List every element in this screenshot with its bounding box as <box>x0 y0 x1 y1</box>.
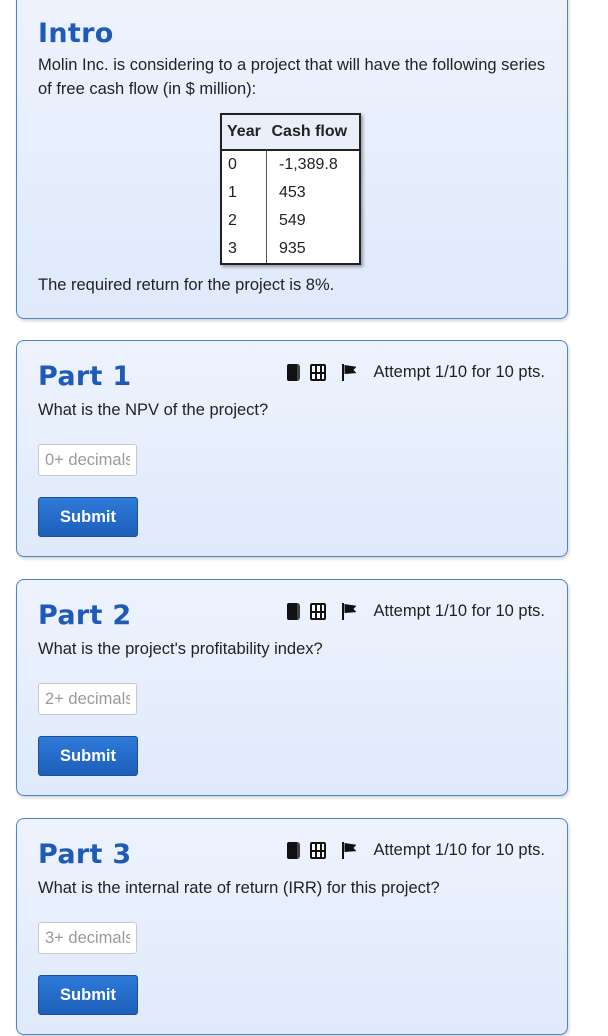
table-row: 0 -1,389.8 <box>221 150 360 179</box>
answer-input[interactable] <box>38 922 137 954</box>
film-icon[interactable] <box>310 842 327 859</box>
table-row: 2 549 <box>221 207 360 235</box>
book-icon[interactable] <box>287 842 301 859</box>
submit-button[interactable]: Submit <box>38 497 138 537</box>
submit-button[interactable]: Submit <box>38 736 138 776</box>
attempt-text: Attempt 1/10 for 10 pts. <box>373 363 545 381</box>
part-title: Part 1 <box>38 361 132 392</box>
part-title: Part 2 <box>38 600 132 631</box>
part-3-card: Part 3 Attempt 1/10 for 10 pts. What is … <box>16 818 568 1035</box>
cash-flow-cell: 549 <box>279 212 306 229</box>
year-cell: 3 <box>221 235 267 264</box>
answer-input[interactable] <box>38 444 137 476</box>
part-meta: Attempt 1/10 for 10 pts. <box>287 841 545 860</box>
part-meta: Attempt 1/10 for 10 pts. <box>287 602 545 621</box>
flag-icon[interactable] <box>342 842 357 859</box>
cash-flow-cell: 453 <box>279 184 306 201</box>
question-text: What is the NPV of the project? <box>38 401 269 419</box>
year-cell: 2 <box>221 207 267 235</box>
flag-icon[interactable] <box>342 364 357 381</box>
submit-button[interactable]: Submit <box>38 975 138 1015</box>
table-header-row: Year Cash flow <box>221 114 360 151</box>
film-icon[interactable] <box>310 603 327 620</box>
part-2-card: Part 2 Attempt 1/10 for 10 pts. What is … <box>16 579 568 796</box>
part-title: Part 3 <box>38 839 132 870</box>
year-cell: 0 <box>221 150 267 179</box>
cash-flow-table: Year Cash flow 0 -1,389.8 1 453 2 549 3 … <box>220 113 361 265</box>
required-return-text: The required return for the project is 8… <box>38 276 335 294</box>
answer-input[interactable] <box>38 683 137 715</box>
intro-description: Molin Inc. is considering to a project t… <box>38 56 546 98</box>
year-cell: 1 <box>221 179 267 207</box>
attempt-text: Attempt 1/10 for 10 pts. <box>373 841 545 859</box>
table-row: 1 453 <box>221 179 360 207</box>
column-header-year: Year <box>221 114 267 151</box>
cash-flow-cell: 935 <box>279 240 306 257</box>
part-meta: Attempt 1/10 for 10 pts. <box>287 363 545 382</box>
attempt-text: Attempt 1/10 for 10 pts. <box>373 602 545 620</box>
film-icon[interactable] <box>310 364 327 381</box>
question-text: What is the internal rate of return (IRR… <box>38 879 440 897</box>
part-1-card: Part 1 Attempt 1/10 for 10 pts. What is … <box>16 340 568 557</box>
book-icon[interactable] <box>287 364 301 381</box>
intro-title: Intro <box>38 18 114 49</box>
table-row: 3 935 <box>221 235 360 264</box>
flag-icon[interactable] <box>342 603 357 620</box>
book-icon[interactable] <box>287 603 301 620</box>
intro-card: Intro Molin Inc. is considering to a pro… <box>16 0 568 319</box>
question-text: What is the project's profitability inde… <box>38 640 323 658</box>
cash-flow-cell: -1,389.8 <box>279 156 338 173</box>
column-header-cash-flow: Cash flow <box>266 114 360 151</box>
